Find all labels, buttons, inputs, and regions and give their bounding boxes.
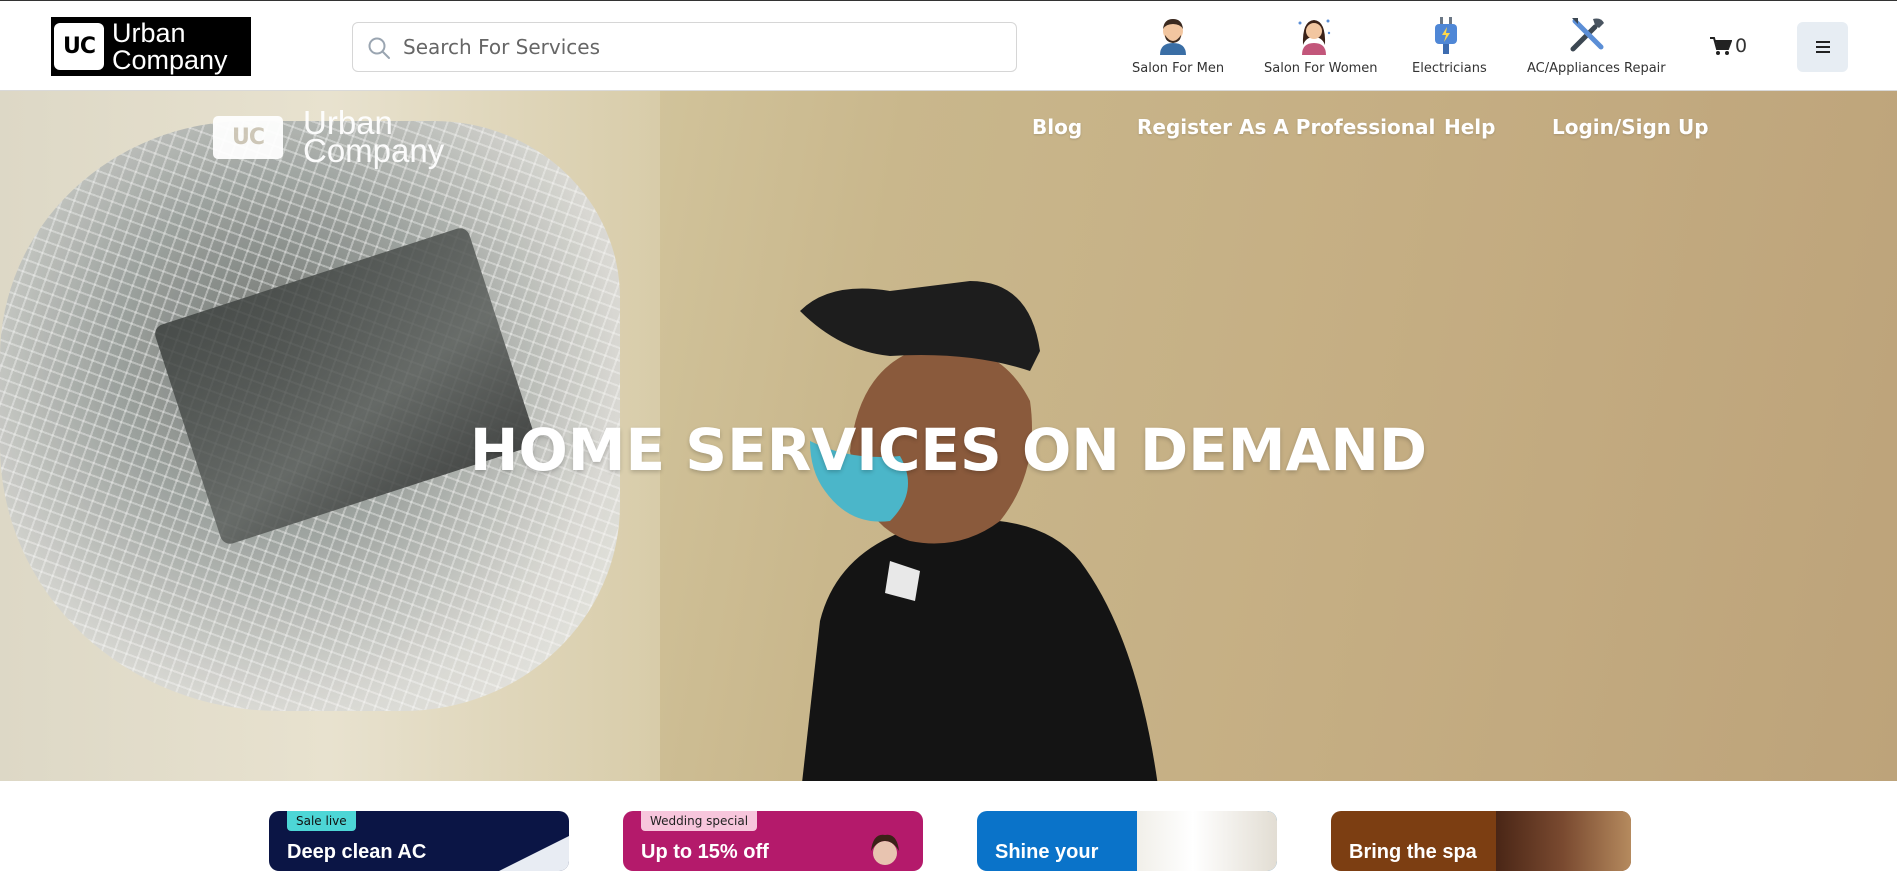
promo-badge: Wedding special [641,811,758,831]
nav-login-signup-link[interactable]: Login/Sign Up [1552,115,1709,139]
cart-icon [1710,37,1732,55]
search-icon [368,37,390,59]
promo-title: Shine your [995,841,1099,863]
hamburger-menu-icon [1815,41,1830,53]
man-avatar-icon [1160,19,1186,55]
promo-card-shine-your[interactable]: Shine your [977,811,1277,871]
hero-title: HOME SERVICES ON DEMAND [469,416,1428,484]
promo-title: Deep clean AC [287,841,427,863]
plug-icon [1435,17,1457,54]
promo-title: Up to 15% off [641,841,769,863]
cart-button[interactable]: 0 [1710,35,1747,57]
nav-blog-link[interactable]: Blog [1032,115,1082,139]
hero-logo-text: Urban Company [303,104,445,169]
top-header: UC Urban Company Salon For Men [0,0,1897,91]
hero-logo-mark: UC [213,115,283,159]
category-salon-for-men[interactable]: Salon For Men [1132,15,1225,76]
hamburger-menu-button[interactable] [1797,22,1848,72]
promo-image [1496,811,1631,871]
hero-banner: UC Urban Company Blog Register As A Prof… [0,91,1897,781]
category-label: AC/Appliances Repair [1527,61,1666,76]
promo-card-bring-the-spa[interactable]: Bring the spa [1331,811,1631,871]
search-input[interactable] [403,23,1003,71]
nav-register-professional-link[interactable]: Register As A Professional [1137,115,1435,139]
category-label: Electricians [1412,61,1487,76]
cart-count: 0 [1735,35,1748,57]
nav-help-link[interactable]: Help [1444,115,1495,139]
tools-icon [1570,18,1604,52]
brand-logo-mark: UC [54,23,104,70]
promo-card-deep-clean-ac[interactable]: Sale live Deep clean AC [269,811,569,871]
search-box[interactable] [352,22,1017,72]
promo-cards: Sale live Deep clean AC Wedding special … [0,811,1897,871]
woman-avatar-icon [1298,19,1331,55]
promo-card-wedding-special[interactable]: Wedding special Up to 15% off [623,811,923,871]
category-electricians[interactable]: Electricians [1412,15,1487,76]
category-label: Salon For Men [1132,61,1225,76]
category-label: Salon For Women [1264,61,1378,76]
hero-technician-image [800,281,1158,781]
category-ac-appliances-repair[interactable]: AC/Appliances Repair [1527,15,1666,76]
promo-image [499,836,569,871]
promo-badge: Sale live [287,811,356,831]
promo-image [871,834,899,865]
category-salon-for-women[interactable]: Salon For Women [1264,15,1378,76]
promo-image [1137,811,1277,871]
brand-logo[interactable]: UC Urban Company [51,17,251,76]
hero-logo[interactable]: UC Urban Company [213,104,445,169]
promo-title: Bring the spa [1349,841,1477,863]
brand-name: Urban Company [112,17,228,75]
